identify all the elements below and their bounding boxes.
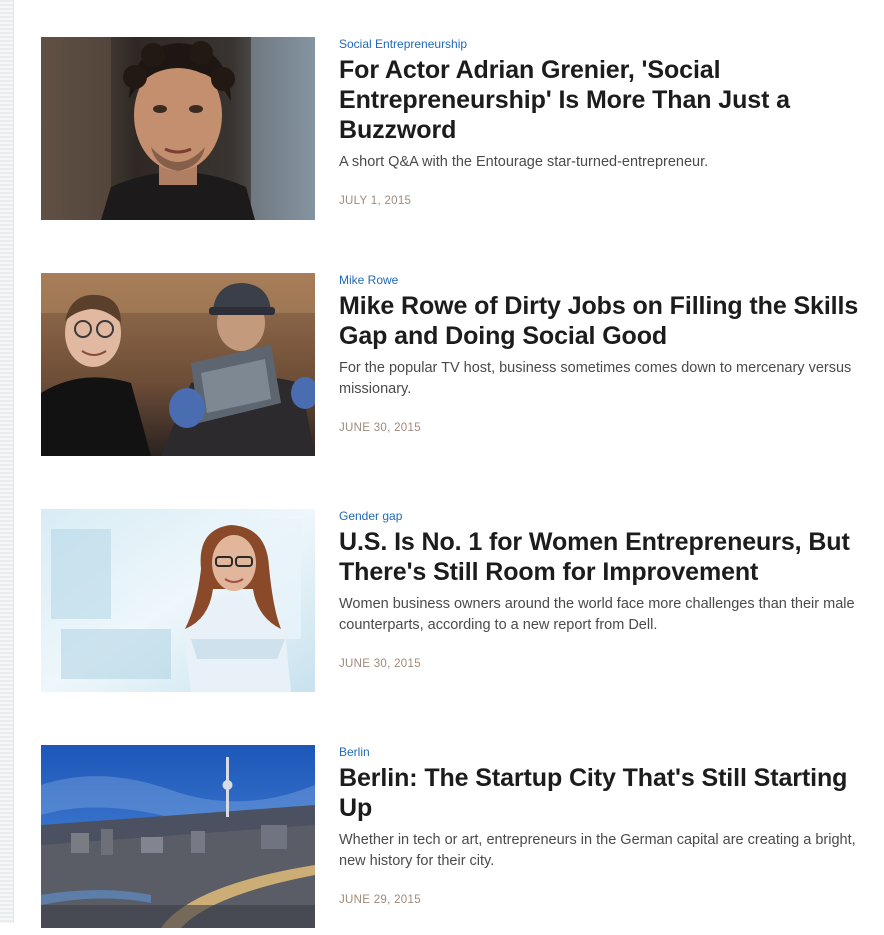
article-card: Mike Rowe Mike Rowe of Dirty Jobs on Fil… [41,273,871,463]
category-link[interactable]: Berlin [339,745,370,759]
article-date: JUNE 30, 2015 [339,422,421,434]
article-summary: A short Q&A with the Entourage star-turn… [339,154,709,170]
article-headline[interactable]: Mike Rowe of Dirty Jobs on Filling the S… [339,291,867,351]
article-date: JULY 1, 2015 [339,195,412,207]
article-headline[interactable]: U.S. Is No. 1 for Women Entrepreneurs, B… [339,527,867,587]
article-thumbnail-two-men[interactable] [41,273,315,456]
article-summary: Whether in tech or art, entrepreneurs in… [339,832,856,869]
article-summary: For the popular TV host, business someti… [339,360,852,397]
article-headline[interactable]: For Actor Adrian Grenier, 'Social Entrep… [339,55,867,145]
article-card: Gender gap U.S. Is No. 1 for Women Entre… [41,509,871,699]
portrait-photo [41,37,315,220]
article-card: Berlin Berlin: The Startup City That's S… [41,745,871,935]
two-men-photo [41,273,315,456]
category-link[interactable]: Mike Rowe [339,273,398,287]
article-headline[interactable]: Berlin: The Startup City That's Still St… [339,763,867,823]
article-thumbnail-berlin-skyline[interactable] [41,745,315,928]
category-link[interactable]: Gender gap [339,509,402,523]
article-date: JUNE 30, 2015 [339,658,421,670]
article-summary: Women business owners around the world f… [339,596,855,633]
article-thumbnail-businesswoman[interactable] [41,509,315,692]
article-thumbnail-portrait[interactable] [41,37,315,220]
category-link[interactable]: Social Entrepreneurship [339,37,467,51]
berlin-skyline-photo [41,745,315,928]
left-scroll-rail [0,0,14,923]
businesswoman-photo [41,509,315,692]
article-date: JUNE 29, 2015 [339,894,421,906]
article-card: Social Entrepreneurship For Actor Adrian… [41,37,871,227]
